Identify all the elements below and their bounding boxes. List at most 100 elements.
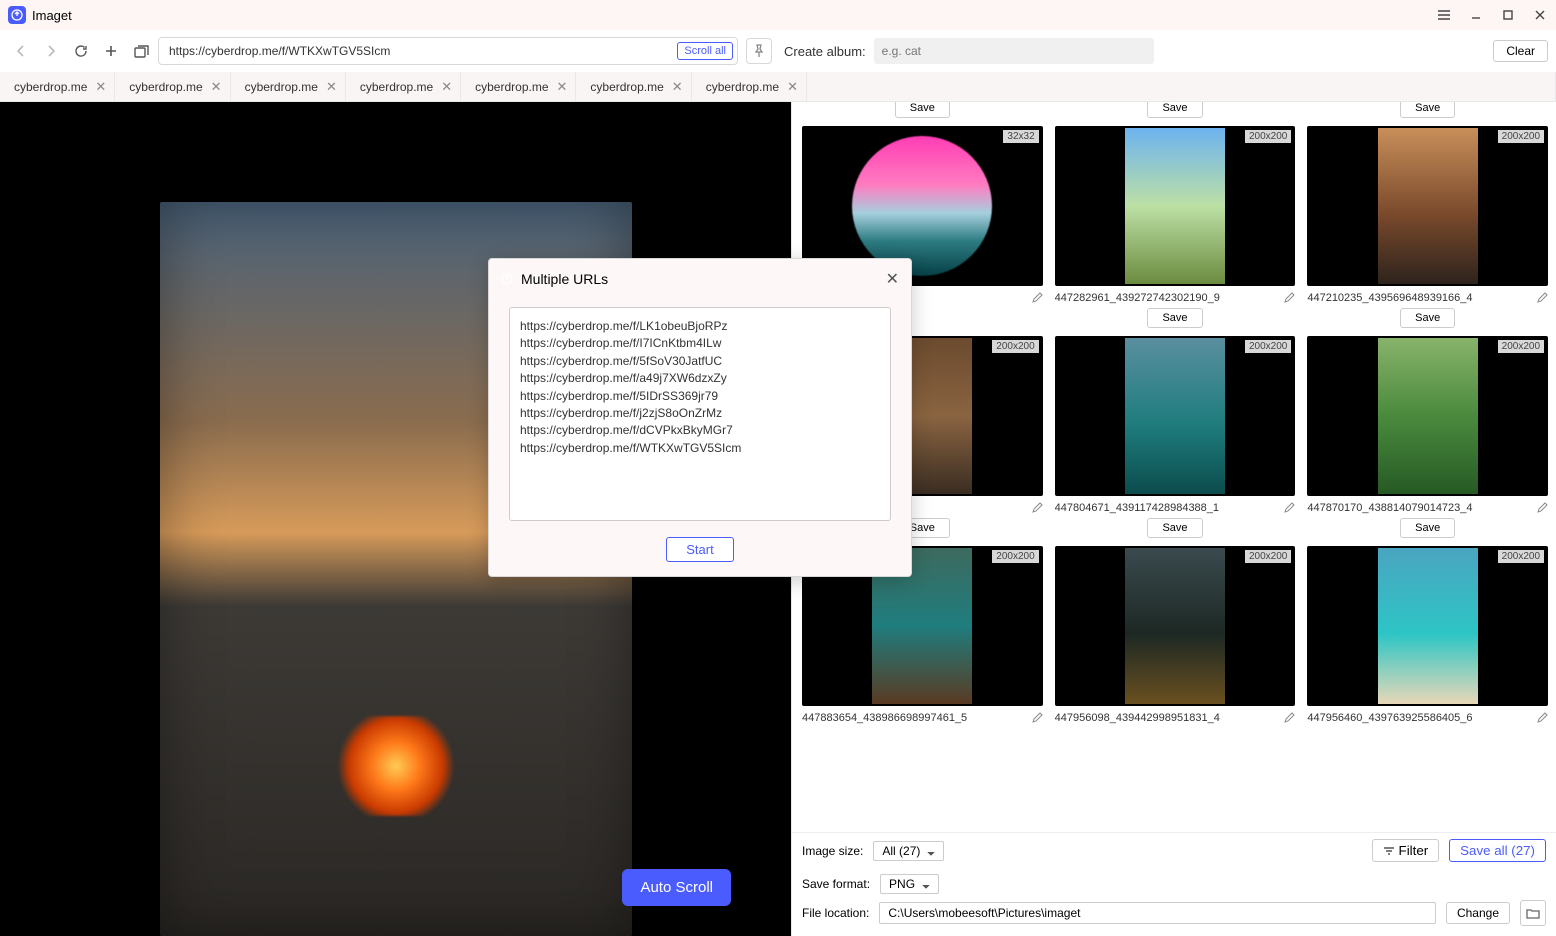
tab-close-icon[interactable]: ✕	[211, 79, 222, 95]
dimension-badge: 200x200	[992, 340, 1038, 353]
dimension-badge: 200x200	[1498, 130, 1544, 143]
thumbnail[interactable]: 200x200	[1307, 126, 1548, 286]
tab-label: cyberdrop.me	[590, 80, 663, 94]
scroll-all-button[interactable]: Scroll all	[677, 42, 733, 60]
clear-button[interactable]: Clear	[1493, 40, 1548, 62]
urls-textarea[interactable]: https://cyberdrop.me/f/LK1obeuBjoRPz htt…	[509, 307, 891, 521]
thumb-filename: 447956460_439763925586405_6	[1307, 712, 1536, 724]
tab-label: cyberdrop.me	[129, 80, 202, 94]
browser-tab[interactable]: cyberdrop.me ✕	[231, 72, 346, 101]
tab-close-icon[interactable]: ✕	[441, 79, 452, 95]
tab-close-icon[interactable]: ✕	[326, 79, 337, 95]
tab-overflow	[807, 72, 1556, 101]
nav-forward-icon[interactable]	[38, 38, 64, 64]
thumb-filename: 447282961_439272742302190_9	[1055, 292, 1284, 304]
edit-icon[interactable]	[1031, 292, 1043, 304]
album-name-input[interactable]	[874, 38, 1154, 64]
tab-close-icon[interactable]: ✕	[787, 79, 798, 95]
toolbar: Scroll all Create album: Clear	[0, 30, 1556, 72]
nav-back-icon[interactable]	[8, 38, 34, 64]
tab-close-icon[interactable]: ✕	[95, 79, 106, 95]
thumb-save-button[interactable]: Save	[1147, 102, 1202, 118]
browser-tab[interactable]: cyberdrop.me ✕	[692, 72, 807, 101]
thumb-save-button[interactable]: Save	[1147, 518, 1202, 538]
url-input[interactable]	[169, 44, 671, 58]
footer-bar-3: File location: Change	[792, 900, 1556, 936]
edit-icon[interactable]	[1031, 502, 1043, 514]
edit-icon[interactable]	[1031, 712, 1043, 724]
dialog-logo-icon	[501, 273, 513, 285]
tab-label: cyberdrop.me	[14, 80, 87, 94]
url-bar[interactable]: Scroll all	[158, 37, 738, 65]
tab-label: cyberdrop.me	[706, 80, 779, 94]
footer-bar: Image size: All (27) Filter Save all (27…	[792, 832, 1556, 868]
edit-icon[interactable]	[1536, 292, 1548, 304]
auto-scroll-button[interactable]: Auto Scroll	[622, 869, 731, 906]
tab-label: cyberdrop.me	[475, 80, 548, 94]
dialog-close-icon[interactable]: ✕	[886, 269, 899, 289]
tab-close-icon[interactable]: ✕	[672, 79, 683, 95]
dimension-badge: 200x200	[1498, 340, 1544, 353]
thumb-save-button[interactable]: Save	[1400, 518, 1455, 538]
save-format-select[interactable]: PNG	[880, 874, 939, 894]
edit-icon[interactable]	[1536, 502, 1548, 514]
browser-tab[interactable]: cyberdrop.me ✕	[115, 72, 230, 101]
thumbnail[interactable]: 200x200	[1055, 126, 1296, 286]
tab-label: cyberdrop.me	[245, 80, 318, 94]
create-album-label: Create album:	[784, 44, 866, 59]
edit-icon[interactable]	[1283, 292, 1295, 304]
filter-label: Filter	[1399, 843, 1429, 858]
thumbnail[interactable]: 200x200	[1307, 546, 1548, 706]
app-logo	[8, 6, 26, 24]
dimension-badge: 32x32	[1003, 130, 1038, 143]
dimension-badge: 200x200	[1245, 130, 1291, 143]
start-button[interactable]: Start	[666, 537, 734, 562]
filter-button[interactable]: Filter	[1372, 839, 1440, 862]
multiple-urls-dialog: Multiple URLs ✕ https://cyberdrop.me/f/L…	[488, 258, 912, 577]
thumbnail[interactable]: 200x200	[1307, 336, 1548, 496]
save-all-button[interactable]: Save all (27)	[1449, 839, 1546, 862]
hamburger-icon[interactable]	[1428, 0, 1460, 30]
app-title: Imaget	[32, 8, 72, 23]
tabs-icon[interactable]	[128, 38, 154, 64]
file-location-input[interactable]	[879, 902, 1436, 924]
dimension-badge: 200x200	[1245, 340, 1291, 353]
dimension-badge: 200x200	[1498, 550, 1544, 563]
edit-icon[interactable]	[1283, 712, 1295, 724]
pin-icon[interactable]	[746, 38, 772, 64]
close-icon[interactable]	[1524, 0, 1556, 30]
browser-tab[interactable]: cyberdrop.me ✕	[576, 72, 691, 101]
open-folder-icon[interactable]	[1520, 900, 1546, 926]
thumb-save-button[interactable]: Save	[1400, 102, 1455, 118]
thumb-filename: 447956098_439442998951831_4	[1055, 712, 1284, 724]
edit-icon[interactable]	[1536, 712, 1548, 724]
refresh-icon[interactable]	[68, 38, 94, 64]
thumbnail[interactable]: 200x200	[1055, 546, 1296, 706]
edit-icon[interactable]	[1283, 502, 1295, 514]
tab-close-icon[interactable]: ✕	[557, 79, 568, 95]
thumb-save-button[interactable]: Save	[1400, 308, 1455, 328]
tab-strip: cyberdrop.me ✕ cyberdrop.me ✕ cyberdrop.me…	[0, 72, 1556, 102]
add-tab-icon[interactable]	[98, 38, 124, 64]
image-size-label: Image size:	[802, 844, 863, 858]
thumbnail[interactable]: 200x200	[1055, 336, 1296, 496]
filter-icon	[1383, 846, 1395, 856]
thumb-filename: 447870170_438814079014723_4	[1307, 502, 1536, 514]
dialog-title: Multiple URLs	[521, 271, 878, 287]
dimension-badge: 200x200	[1245, 550, 1291, 563]
browser-tab[interactable]: cyberdrop.me ✕	[461, 72, 576, 101]
browser-tab[interactable]: cyberdrop.me ✕	[0, 72, 115, 101]
browser-tab[interactable]: cyberdrop.me✕	[346, 72, 461, 101]
minimize-icon[interactable]	[1460, 0, 1492, 30]
dimension-badge: 200x200	[992, 550, 1038, 563]
titlebar: Imaget	[0, 0, 1556, 30]
thumb-filename: 447883654_438986698997461_5	[802, 712, 1031, 724]
maximize-icon[interactable]	[1492, 0, 1524, 30]
thumb-filename: 447210235_439569648939166_4	[1307, 292, 1536, 304]
image-size-select[interactable]: All (27)	[873, 841, 944, 861]
save-format-label: Save format:	[802, 877, 870, 891]
thumb-save-button[interactable]: Save	[1147, 308, 1202, 328]
change-location-button[interactable]: Change	[1446, 902, 1510, 924]
thumb-save-button[interactable]: Save	[895, 102, 950, 118]
file-location-label: File location:	[802, 906, 869, 920]
